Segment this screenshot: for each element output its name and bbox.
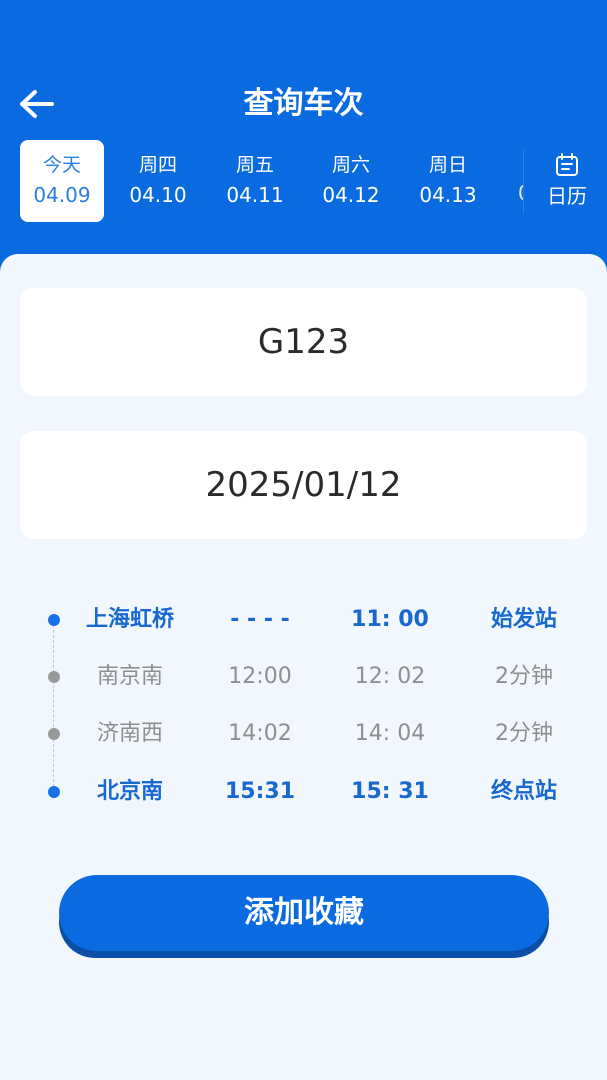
- add-favorite-button[interactable]: 添加收藏: [59, 875, 549, 951]
- date-tab-sat[interactable]: 周六 04.12: [309, 140, 393, 222]
- calendar-icon: [556, 153, 578, 176]
- date-tab-weekday: 周六: [331, 154, 370, 176]
- date-tab-date: 04.11: [226, 183, 284, 207]
- stop-stay: 终点站: [490, 779, 557, 804]
- date-tab-weekday: 周日: [428, 154, 467, 176]
- date-tab-date: 04.10: [129, 183, 187, 207]
- travel-date-field[interactable]: 2025/01/12: [20, 431, 587, 539]
- stop-stay: 2分钟: [495, 721, 553, 746]
- date-tab-today[interactable]: 今天 04.09: [20, 140, 104, 222]
- date-tab-thu[interactable]: 周四 04.10: [116, 140, 200, 222]
- date-tab-weekday: 周五: [235, 154, 274, 176]
- stop-row: 北京南 15:31 15: 31 终点站: [0, 772, 607, 812]
- stop-row: 济南西 14:02 14: 04 2分钟: [0, 714, 607, 754]
- page-title: 查询车次: [243, 86, 364, 121]
- stop-row: 南京南 12:00 12: 02 2分钟: [0, 657, 607, 697]
- date-strip: 今天 04.09 周四 04.10 周五 04.11 周六 04.12 周日 0…: [0, 140, 607, 224]
- stop-row: 上海虹桥 - - - - 11: 00 始发站: [0, 600, 607, 640]
- stop-stay: 始发站: [490, 607, 557, 632]
- date-tab-date: 04.13: [419, 183, 477, 207]
- date-tab-date: 04.12: [322, 183, 380, 207]
- stop-stay: 2分钟: [495, 664, 553, 689]
- date-tab-fri[interactable]: 周五 04.11: [213, 140, 297, 222]
- calendar-label: 日历: [547, 184, 587, 208]
- timeline-line: [53, 620, 54, 792]
- header-bar: [0, 0, 607, 275]
- date-tab-weekday: 今天: [42, 154, 81, 176]
- calendar-divider: [523, 150, 524, 214]
- date-tab-date: 04.09: [33, 183, 91, 207]
- calendar-button[interactable]: 日历: [527, 140, 607, 222]
- date-tab-weekday: 周四: [138, 154, 177, 176]
- date-tab-sun[interactable]: 周日 04.13: [406, 140, 490, 222]
- train-number-field[interactable]: G123: [20, 288, 587, 396]
